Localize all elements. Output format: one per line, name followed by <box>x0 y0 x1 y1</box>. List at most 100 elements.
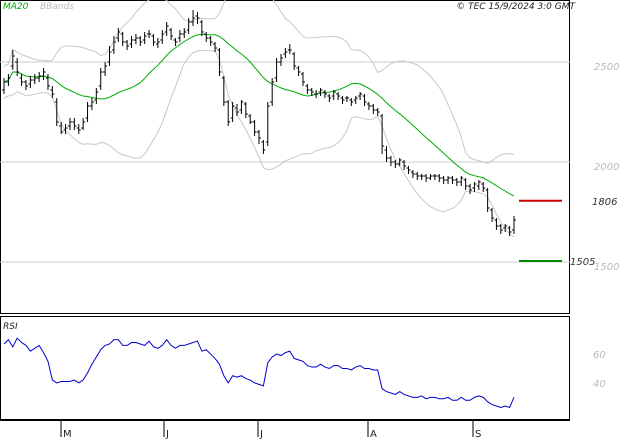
ohlc-bar <box>6 74 11 86</box>
ohlc-bar <box>494 218 499 230</box>
ohlc-bar <box>142 32 147 44</box>
ohlc-bar <box>287 44 292 54</box>
ohlc-bar <box>450 176 455 184</box>
ohlc-bar <box>138 36 143 46</box>
rsi-title: RSI <box>3 322 18 332</box>
ohlc-bar <box>103 62 108 76</box>
ma20-polyline <box>3 33 515 197</box>
ohlc-bar <box>204 32 209 42</box>
price-panel-frame <box>0 0 570 314</box>
ohlc-bar <box>67 118 72 130</box>
ohlc-bar <box>191 10 196 26</box>
ohlc-bar <box>305 84 310 94</box>
ohlc-bar <box>468 184 473 194</box>
ohlc-bar <box>125 40 130 50</box>
ohlc-bar <box>437 174 442 182</box>
ohlc-bar <box>120 32 125 46</box>
ohlc-bar <box>415 172 420 180</box>
ohlc-bar <box>344 96 349 102</box>
ohlc-bar <box>195 12 200 24</box>
ohlc-bar <box>375 108 380 116</box>
ohlc-bar <box>441 176 446 184</box>
ohlc-bar <box>327 94 332 102</box>
ohlc-bar <box>89 98 94 110</box>
ohlc-bar <box>384 146 389 162</box>
ohlc-bar <box>252 120 257 136</box>
month-axis: MJJAS <box>60 420 481 440</box>
ohlc-bar <box>85 102 90 122</box>
ohlc-bar <box>54 98 59 126</box>
ohlc-bar <box>133 34 138 44</box>
month-label: J <box>165 429 169 440</box>
ohlc-bar <box>459 176 464 186</box>
ohlc-bar <box>432 174 437 180</box>
ohlc-bar <box>72 118 77 130</box>
resistance-label: 1806 <box>592 197 617 208</box>
ohlc-bar <box>322 90 327 98</box>
ohlc-bar <box>296 66 301 76</box>
ohlc-bar <box>503 224 508 232</box>
ohlc-bar <box>32 74 37 84</box>
bbands-legend-label: BBands <box>40 2 74 12</box>
ohlc-bar <box>226 100 231 126</box>
price-axis-labels: 1500 2000 2500 <box>594 62 619 273</box>
ohlc-bar <box>169 28 174 40</box>
ohlc-bar <box>380 114 385 154</box>
ohlc-bar <box>107 46 112 66</box>
ohlc-bar <box>463 178 468 190</box>
ohlc-bar <box>476 180 481 190</box>
ma20-line <box>3 33 515 197</box>
ohlc-bar <box>15 58 20 76</box>
ohlc-bar <box>257 130 261 144</box>
ohlc-bar <box>2 78 6 94</box>
ohlc-bar <box>173 38 178 46</box>
ohlc-bar <box>314 90 319 98</box>
month-label: J <box>259 429 263 440</box>
ohlc-bar <box>270 78 275 106</box>
ohlc-bar <box>151 34 156 46</box>
rsi-tick-label: 40 <box>593 379 606 390</box>
rsi-panel-frame <box>0 316 570 420</box>
ohlc-bar <box>283 48 288 58</box>
ohlc-bar <box>371 104 376 114</box>
ohlc-bar <box>362 94 367 106</box>
ohlc-bar <box>94 88 99 104</box>
ohlc-bar <box>292 52 297 70</box>
ohlc-bar <box>340 96 345 104</box>
ma20-legend-label: MA20 <box>3 2 29 12</box>
ohlc-bar <box>98 68 103 90</box>
ohlc-bar <box>366 102 371 110</box>
month-label: A <box>370 429 377 440</box>
ohlc-bar <box>81 118 86 130</box>
support-label: 1505 <box>570 257 595 268</box>
ohlc-bar <box>41 68 46 80</box>
price-tick-label: 2000 <box>594 162 619 173</box>
ohlc-bar <box>300 72 305 86</box>
ohlc-bar <box>472 182 477 192</box>
ohlc-bar <box>278 54 283 66</box>
ohlc-bar <box>349 98 354 106</box>
ohlc-bar <box>50 86 55 98</box>
ohlc-bar <box>164 22 169 36</box>
copyright-label: © TEC 15/9/2024 3:0 GMT <box>456 2 576 12</box>
ohlc-bar <box>208 36 213 46</box>
ohlc-bar <box>490 208 495 222</box>
stock-chart: MA20 BBands © TEC 15/9/2024 3:0 GMT 1806… <box>0 0 619 440</box>
month-label: M <box>63 429 72 440</box>
ohlc-bar <box>388 156 393 166</box>
ohlc-bar <box>199 20 204 36</box>
ohlc-bar <box>239 100 244 114</box>
ohlc-bar <box>243 102 248 118</box>
ohlc-bar <box>59 122 64 134</box>
ohlc-bar <box>419 174 424 180</box>
ohlc-bar <box>336 92 341 100</box>
rsi-axis-labels: 40 60 <box>593 350 606 390</box>
ohlc-bar <box>410 170 415 178</box>
bollinger-bands <box>3 0 515 238</box>
ohlc-bar <box>177 30 182 42</box>
ohlc-bar <box>160 30 165 44</box>
ohlc-bar <box>424 174 429 182</box>
month-label: S <box>475 429 481 440</box>
ohlc-bar <box>230 102 235 122</box>
ohlc-bar <box>358 92 363 100</box>
